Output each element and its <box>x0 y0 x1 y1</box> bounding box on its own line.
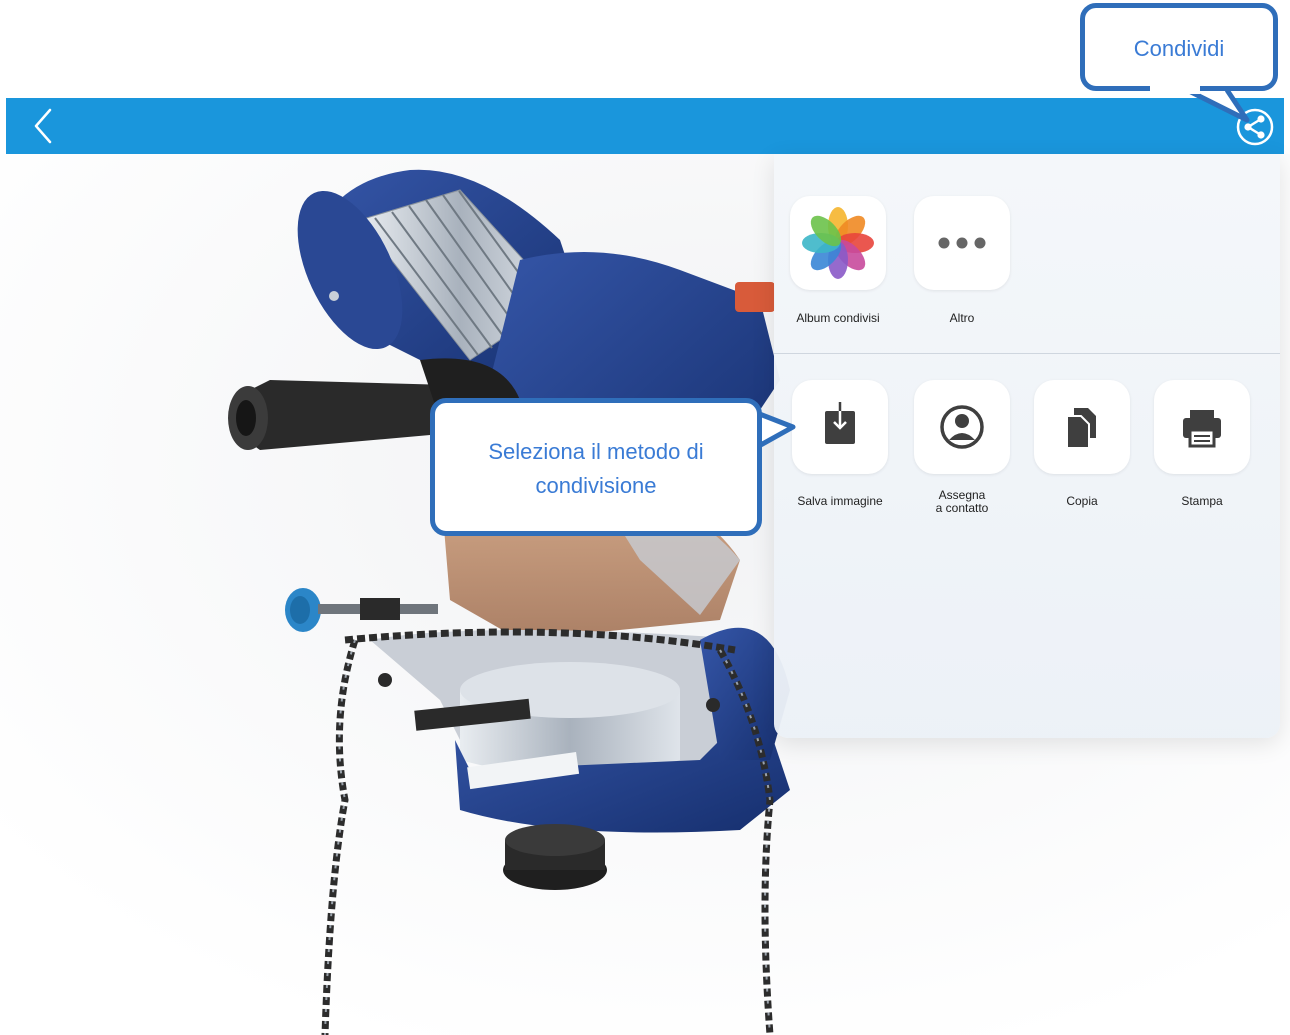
album-condivisi-label: Album condivisi <box>796 311 880 325</box>
callout-share-text: Condividi <box>1133 36 1225 61</box>
assegna-contatto-label: Assegna a contatto <box>902 489 1022 515</box>
chevron-left-icon <box>34 108 52 144</box>
salva-immagine-button[interactable] <box>792 380 888 474</box>
contact-icon <box>940 405 984 449</box>
altro-label: Altro <box>949 311 975 325</box>
callout-share: Condividi <box>1080 3 1278 91</box>
print-icon <box>1183 410 1221 448</box>
salva-immagine-label: Salva immagine <box>797 494 883 508</box>
save-image-icon <box>825 402 855 444</box>
copia-label: Copia <box>1066 494 1098 508</box>
altro-button[interactable] <box>914 196 1010 290</box>
assegna-contatto-button[interactable] <box>914 380 1010 474</box>
album-condivisi-button[interactable] <box>790 196 886 290</box>
callout-share-tail-mask <box>1150 86 1200 94</box>
copy-icon <box>1066 408 1096 449</box>
sheet-divider <box>774 353 1280 354</box>
more-icon <box>938 237 986 249</box>
callout-method-line2: condivisione <box>535 473 657 498</box>
stampa-button[interactable] <box>1154 380 1250 474</box>
assegna-contatto-label-line2: a contatto <box>935 501 989 515</box>
assegna-contatto-label-line1: Assegna <box>938 488 986 502</box>
stampa-label: Stampa <box>1181 494 1223 508</box>
callout-method-line1: Seleziona il metodo di <box>488 439 704 464</box>
callout-method: Seleziona il metodo di condivisione <box>430 398 762 536</box>
back-button[interactable] <box>28 106 60 146</box>
photos-app-icon <box>802 207 874 279</box>
share-sheet: Album condivisi Altro Salva immagine Ass… <box>774 154 1280 738</box>
copia-button[interactable] <box>1034 380 1130 474</box>
